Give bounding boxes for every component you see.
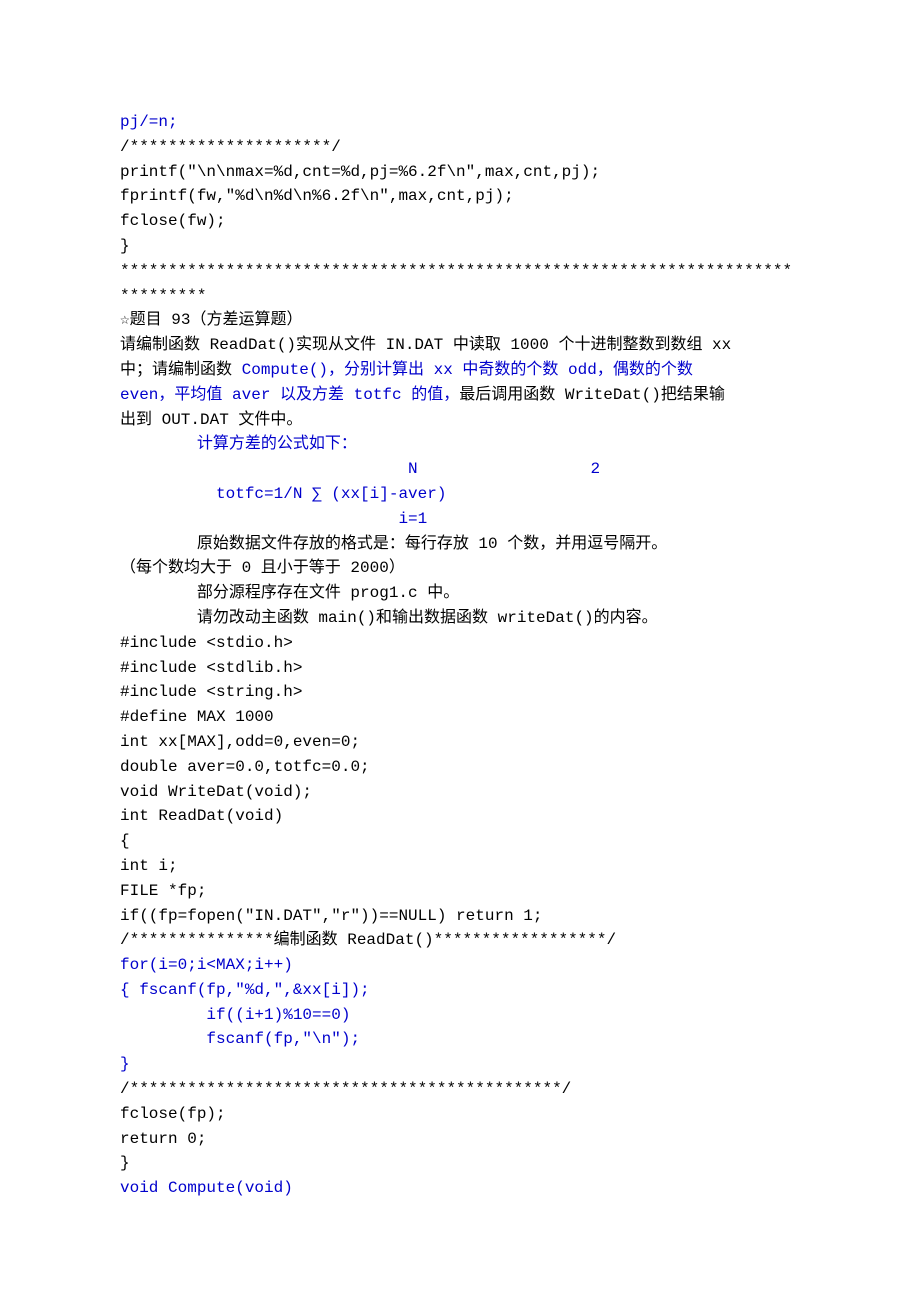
code-line: N 2 (120, 457, 820, 482)
code-line: ☆题目 93（方差运算题） (120, 308, 820, 333)
code-line: pj/=n; (120, 110, 820, 135)
code-line: } (120, 234, 820, 259)
code-line: 请编制函数 ReadDat()实现从文件 IN.DAT 中读取 1000 个十进… (120, 333, 820, 358)
code-line: ********* (120, 284, 820, 309)
code-line: 原始数据文件存放的格式是：每行存放 10 个数，并用逗号隔开。 (120, 532, 820, 557)
text-segment: { fscanf(fp,"%d,",&xx[i]); (120, 981, 370, 999)
text-segment: } (120, 1154, 130, 1172)
text-segment: } (120, 1055, 130, 1073)
code-line: fscanf(fp,"\n"); (120, 1027, 820, 1052)
text-segment: #define MAX 1000 (120, 708, 274, 726)
code-line: ****************************************… (120, 259, 820, 284)
code-line: if((fp=fopen("IN.DAT","r"))==NULL) retur… (120, 904, 820, 929)
code-line: printf("\n\nmax=%d,cnt=%d,pj=%6.2f\n",ma… (120, 160, 820, 185)
text-segment: /***************编制函数 ReadDat()**********… (120, 931, 616, 949)
text-segment: int ReadDat(void) (120, 807, 283, 825)
text-segment: 出到 OUT.DAT 文件中。 (120, 411, 302, 429)
code-line: int i; (120, 854, 820, 879)
text-segment: for(i=0;i<MAX;i++) (120, 956, 293, 974)
code-line: #include <string.h> (120, 680, 820, 705)
text-segment: #include <stdio.h> (120, 634, 293, 652)
text-segment: fprintf(fw,"%d\n%d\n%6.2f\n",max,cnt,pj)… (120, 187, 514, 205)
text-segment: } (120, 237, 130, 255)
text-segment: even，平均值 aver 以及方差 totfc 的值， (120, 386, 459, 404)
text-segment: fscanf(fp,"\n"); (120, 1030, 360, 1048)
text-segment: #include <string.h> (120, 683, 302, 701)
code-line: /***************编制函数 ReadDat()**********… (120, 928, 820, 953)
text-segment: （每个数均大于 0 且小于等于 2000） (120, 559, 405, 577)
text-segment: if((fp=fopen("IN.DAT","r"))==NULL) retur… (120, 907, 542, 925)
code-line: return 0; (120, 1127, 820, 1152)
text-segment: #include <stdlib.h> (120, 659, 302, 677)
code-line: 部分源程序存在文件 prog1.c 中。 (120, 581, 820, 606)
text-segment: fclose(fw); (120, 212, 226, 230)
code-line: 请勿改动主函数 main()和输出数据函数 writeDat()的内容。 (120, 606, 820, 631)
code-line: （每个数均大于 0 且小于等于 2000） (120, 556, 820, 581)
text-segment: 请编制函数 ReadDat()实现从文件 IN.DAT 中读取 1000 个十进… (120, 336, 731, 354)
code-line: i=1 (120, 507, 820, 532)
code-line: 计算方差的公式如下： (120, 432, 820, 457)
text-segment: 请勿改动主函数 main()和输出数据函数 writeDat()的内容。 (120, 609, 658, 627)
code-line: #include <stdlib.h> (120, 656, 820, 681)
text-segment: void Compute(void) (120, 1179, 293, 1197)
text-segment: 计算方差的公式如下： (120, 435, 357, 453)
text-segment: ****************************************… (120, 262, 792, 280)
code-line: fprintf(fw,"%d\n%d\n%6.2f\n",max,cnt,pj)… (120, 184, 820, 209)
text-segment: int i; (120, 857, 178, 875)
text-segment: /***************************************… (120, 1080, 571, 1098)
code-line: /***************************************… (120, 1077, 820, 1102)
text-segment: printf("\n\nmax=%d,cnt=%d,pj=%6.2f\n",ma… (120, 163, 600, 181)
text-segment: ☆题目 93（方差运算题） (120, 311, 302, 329)
text-segment: 原始数据文件存放的格式是：每行存放 10 个数，并用逗号隔开。 (120, 535, 667, 553)
code-line: for(i=0;i<MAX;i++) (120, 953, 820, 978)
text-segment: if((i+1)%10==0) (120, 1006, 350, 1024)
text-segment: 部分源程序存在文件 prog1.c 中。 (120, 584, 459, 602)
text-segment: return 0; (120, 1130, 206, 1148)
code-line: even，平均值 aver 以及方差 totfc 的值，最后调用函数 Write… (120, 383, 820, 408)
code-line: { fscanf(fp,"%d,",&xx[i]); (120, 978, 820, 1003)
code-line: fclose(fp); (120, 1102, 820, 1127)
code-line: #include <stdio.h> (120, 631, 820, 656)
code-line: /*********************/ (120, 135, 820, 160)
code-line: { (120, 829, 820, 854)
text-segment: fclose(fp); (120, 1105, 226, 1123)
code-line: } (120, 1052, 820, 1077)
code-line: void Compute(void) (120, 1176, 820, 1201)
code-line: totfc=1/N ∑ (xx[i]-aver) (120, 482, 820, 507)
text-segment: double aver=0.0,totfc=0.0; (120, 758, 370, 776)
code-line: FILE *fp; (120, 879, 820, 904)
code-line: #define MAX 1000 (120, 705, 820, 730)
code-line: fclose(fw); (120, 209, 820, 234)
text-segment: 最后调用函数 WriteDat()把结果输 (459, 386, 725, 404)
code-line: double aver=0.0,totfc=0.0; (120, 755, 820, 780)
code-line: 出到 OUT.DAT 文件中。 (120, 408, 820, 433)
text-segment: 中；请编制函数 (120, 361, 242, 379)
text-segment: ********* (120, 287, 206, 305)
text-segment: pj/=n; (120, 113, 178, 131)
text-segment: void WriteDat(void); (120, 783, 312, 801)
text-segment: int xx[MAX],odd=0,even=0; (120, 733, 360, 751)
code-line: int xx[MAX],odd=0,even=0; (120, 730, 820, 755)
text-segment: i=1 (120, 510, 427, 528)
text-segment: { (120, 832, 130, 850)
code-line: void WriteDat(void); (120, 780, 820, 805)
code-line: int ReadDat(void) (120, 804, 820, 829)
code-line: } (120, 1151, 820, 1176)
document-page: pj/=n; /*********************/ printf("\n\… (0, 0, 920, 1302)
code-line: if((i+1)%10==0) (120, 1003, 820, 1028)
text-segment: FILE *fp; (120, 882, 206, 900)
text-segment: N 2 (120, 460, 600, 478)
text-segment: Compute()，分别计算出 xx 中奇数的个数 odd，偶数的个数 (242, 361, 693, 379)
code-line: 中；请编制函数 Compute()，分别计算出 xx 中奇数的个数 odd，偶数… (120, 358, 820, 383)
text-segment: totfc=1/N ∑ (xx[i]-aver) (120, 485, 446, 503)
text-segment: /*********************/ (120, 138, 341, 156)
